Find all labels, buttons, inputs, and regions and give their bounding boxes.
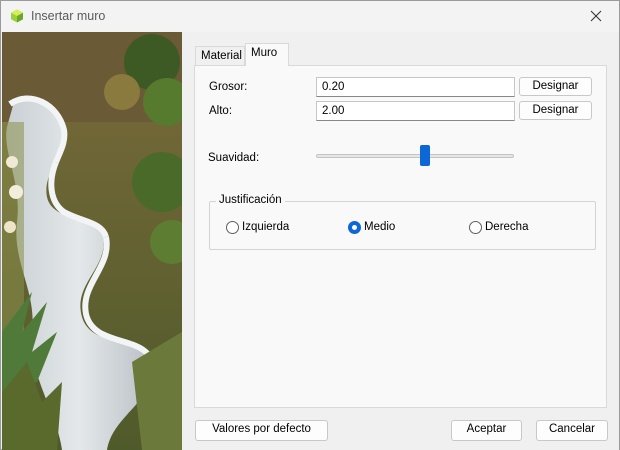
accept-button[interactable]: Aceptar	[451, 420, 522, 441]
grosor-field[interactable]: 0.20	[316, 77, 515, 97]
justificacion-group: Justificación Izquierda Medio Derecha	[209, 194, 596, 250]
grosor-label: Grosor:	[209, 81, 248, 93]
app-hexagon-icon	[10, 9, 24, 23]
title-bar: Insertar muro	[1, 1, 619, 32]
tab-material[interactable]: Material	[195, 46, 245, 66]
muro-panel: Grosor: 0.20 Designar Alto: 2.00 Designa…	[194, 65, 607, 408]
defaults-button[interactable]: Valores por defecto	[195, 420, 328, 441]
alto-label: Alto:	[209, 105, 233, 117]
radio-derecha-label: Derecha	[485, 221, 529, 233]
suavidad-slider-track[interactable]	[316, 154, 514, 158]
suavidad-slider-thumb[interactable]	[419, 145, 430, 166]
close-button[interactable]	[573, 1, 619, 32]
suavidad-label: Suavidad:	[208, 152, 260, 164]
insert-wall-dialog: Insertar muro Material Muro Grosor: 0.20…	[0, 0, 620, 450]
radio-medio-label: Medio	[364, 221, 396, 233]
tab-material-label: Material	[201, 50, 242, 62]
dialog-content: Material Muro Grosor: 0.20 Designar Alto…	[182, 32, 619, 450]
radio-medio-circle[interactable]	[348, 221, 361, 234]
radio-derecha-circle[interactable]	[469, 221, 482, 234]
alto-designar-button[interactable]: Designar	[519, 101, 592, 120]
justificacion-label: Justificación	[216, 194, 285, 206]
radio-izquierda-circle[interactable]	[226, 221, 239, 234]
tab-muro[interactable]: Muro	[245, 43, 289, 66]
wall-preview-image	[2, 32, 182, 450]
alto-field[interactable]: 2.00	[316, 101, 515, 121]
cancel-button[interactable]: Cancelar	[536, 420, 608, 441]
grosor-designar-button[interactable]: Designar	[519, 77, 592, 96]
window-title: Insertar muro	[31, 9, 106, 23]
tab-muro-label: Muro	[251, 47, 278, 59]
close-icon	[590, 10, 602, 22]
radio-izquierda-label: Izquierda	[242, 221, 290, 233]
